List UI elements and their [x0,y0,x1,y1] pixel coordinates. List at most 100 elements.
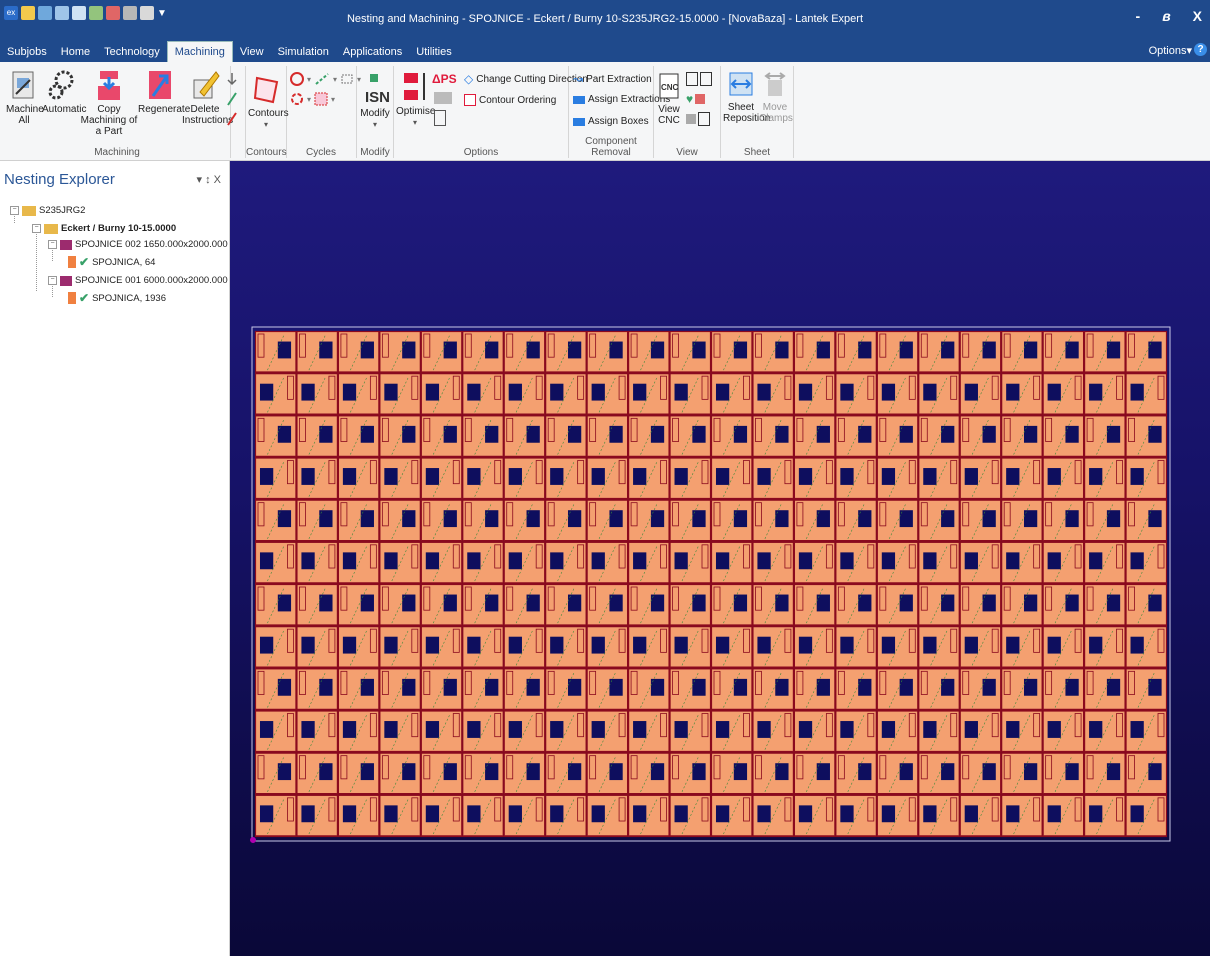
doc-icon[interactable] [686,72,698,86]
tree-node-sheet-001[interactable]: − SPOJNICE 001 6000.000x2000.000 (8) [48,275,242,286]
part-slot [301,636,315,654]
part-slot [1047,552,1061,570]
tab-home[interactable]: Home [54,42,97,62]
tab-applications[interactable]: Applications [336,42,409,62]
tree-node-machine[interactable]: − Eckert / Burny 10-15.0000 [32,223,176,234]
sheet-drawing[interactable] [230,161,1210,956]
part-icon [68,292,76,304]
modify-button[interactable]: ISN Modify ▾ [359,72,391,130]
contour-ordering-button[interactable]: Contour Ordering [464,94,556,106]
dps-icon[interactable]: ΔPS [432,72,457,86]
part-slot [1047,805,1061,823]
tree-label: SPOJNICE 002 1650.000x2000.000 [75,239,228,250]
tab-subjobs[interactable]: Subjobs [0,42,54,62]
modify-dropdown-icon[interactable]: ▾ [359,119,391,130]
tree-node-material[interactable]: − S235JRG2 [10,205,85,216]
move-clamps-button[interactable]: Move Clamps [759,70,793,124]
collapse-icon[interactable]: − [10,206,19,215]
rect-cycle-icon[interactable] [340,72,354,86]
help-icon[interactable]: ? [1194,43,1207,56]
part-slot [384,636,398,654]
group-cycles: ▾ ▾ ▾ ▾ ▾ Cycles [286,66,361,158]
regenerate-button[interactable]: Regenerate [138,68,190,115]
list-icon[interactable] [434,110,446,126]
move-clamps-icon [764,72,786,96]
automatic-button[interactable]: Automatic [42,68,86,115]
part-slot [798,721,813,738]
ribbon: Machine All Automatic Copy Machining of … [0,62,1210,161]
sequence-icon[interactable] [434,92,452,104]
tree-label: Eckert / Burny 10-15.0000 [61,223,177,234]
tab-view[interactable]: View [233,42,271,62]
grid-cycle-icon[interactable] [314,92,328,106]
part-slot [1130,468,1144,485]
tab-machining[interactable]: Machining [166,41,233,62]
panel-controls[interactable]: ▾ ↕ X [197,173,221,186]
contours-button[interactable]: Contours ▾ [248,74,289,130]
part-slot [757,805,771,823]
part-slot [757,383,771,401]
optimise-dropdown-icon[interactable]: ▾ [396,117,434,128]
check-icon[interactable]: ♥ [686,92,693,106]
tab-technology[interactable]: Technology [97,42,167,62]
tab-utilities[interactable]: Utilities [409,42,458,62]
machine-all-button[interactable]: Machine All [6,68,44,126]
part-slot [1089,805,1103,823]
part-slot [840,383,854,401]
rotate-cycle-icon[interactable] [290,92,304,106]
sheet-icon [60,275,72,286]
part-slot [591,383,605,401]
arrow-down-icon[interactable] [226,72,238,86]
part-slot [550,636,564,654]
doc2-icon[interactable] [700,72,712,86]
group-modify: ISN Modify ▾ Modify [357,66,394,158]
table-icon[interactable] [695,94,706,104]
collapse-icon[interactable]: − [32,224,41,233]
part-slot [508,468,522,485]
assign-boxes-label: Assign Boxes [588,116,649,127]
part-slot [923,383,937,401]
line-green-icon[interactable] [226,92,238,106]
optimise-button[interactable]: Optimise ▾ [396,70,435,128]
part-slot [923,805,937,823]
part-extraction-button[interactable]: ↝ Part Extraction [573,72,652,86]
part-slot [840,552,854,570]
restore-button[interactable]: в [1162,8,1170,24]
contours-dropdown-icon[interactable]: ▾ [248,119,284,130]
line-cycle-icon[interactable] [314,72,330,86]
tree-node-sheet-002[interactable]: − SPOJNICE 002 1650.000x2000.000 [48,239,228,250]
part-slot [1006,552,1020,570]
part-slot [757,468,771,485]
view-cnc-button[interactable]: CNC View CNC [656,72,682,126]
close-button[interactable]: X [1193,8,1202,24]
copy-machining-label: Copy Machining of a Part [80,104,138,137]
collapse-icon[interactable]: − [48,276,57,285]
part-slot [425,721,440,738]
options-menu[interactable]: Options▾ [1149,44,1192,57]
line-red-icon[interactable] [226,112,238,126]
printer-icon[interactable] [686,114,696,124]
minimize-button[interactable]: - [1136,8,1141,24]
ribbon-tabs: Subjobs Home Technology Machining View S… [0,40,1210,62]
assign-boxes-button[interactable]: Assign Boxes [573,116,649,127]
collapse-icon[interactable]: − [48,240,57,249]
delete-instructions-button[interactable]: Delete Instructions [182,68,233,126]
tree-node-part-1936[interactable]: ✔ SPOJNICA, 1936 [68,291,166,305]
group-machining: Machine All Automatic Copy Machining of … [4,66,237,158]
part-slot [923,468,937,485]
copy-machining-button[interactable]: Copy Machining of a Part [80,68,138,137]
part-slot [1130,636,1144,654]
tree-node-part-64[interactable]: ✔ SPOJNICA, 64 [68,255,155,269]
part-slot [425,636,440,654]
part-slot [591,721,605,738]
circle-cycle-icon[interactable] [290,72,304,86]
part-slot [591,636,605,654]
tab-simulation[interactable]: Simulation [271,42,336,62]
report2-icon[interactable] [698,112,710,126]
nesting-canvas[interactable] [230,161,1210,956]
sheet-reposition-button[interactable]: Sheet Reposition [723,70,770,124]
part-slot [550,805,564,823]
group-sheet: Sheet Reposition Move Clamps Sheet [721,66,794,158]
tree-label: SPOJNICA, 64 [92,256,156,268]
cycle-dropdown-icon[interactable]: ▾ [307,75,311,84]
